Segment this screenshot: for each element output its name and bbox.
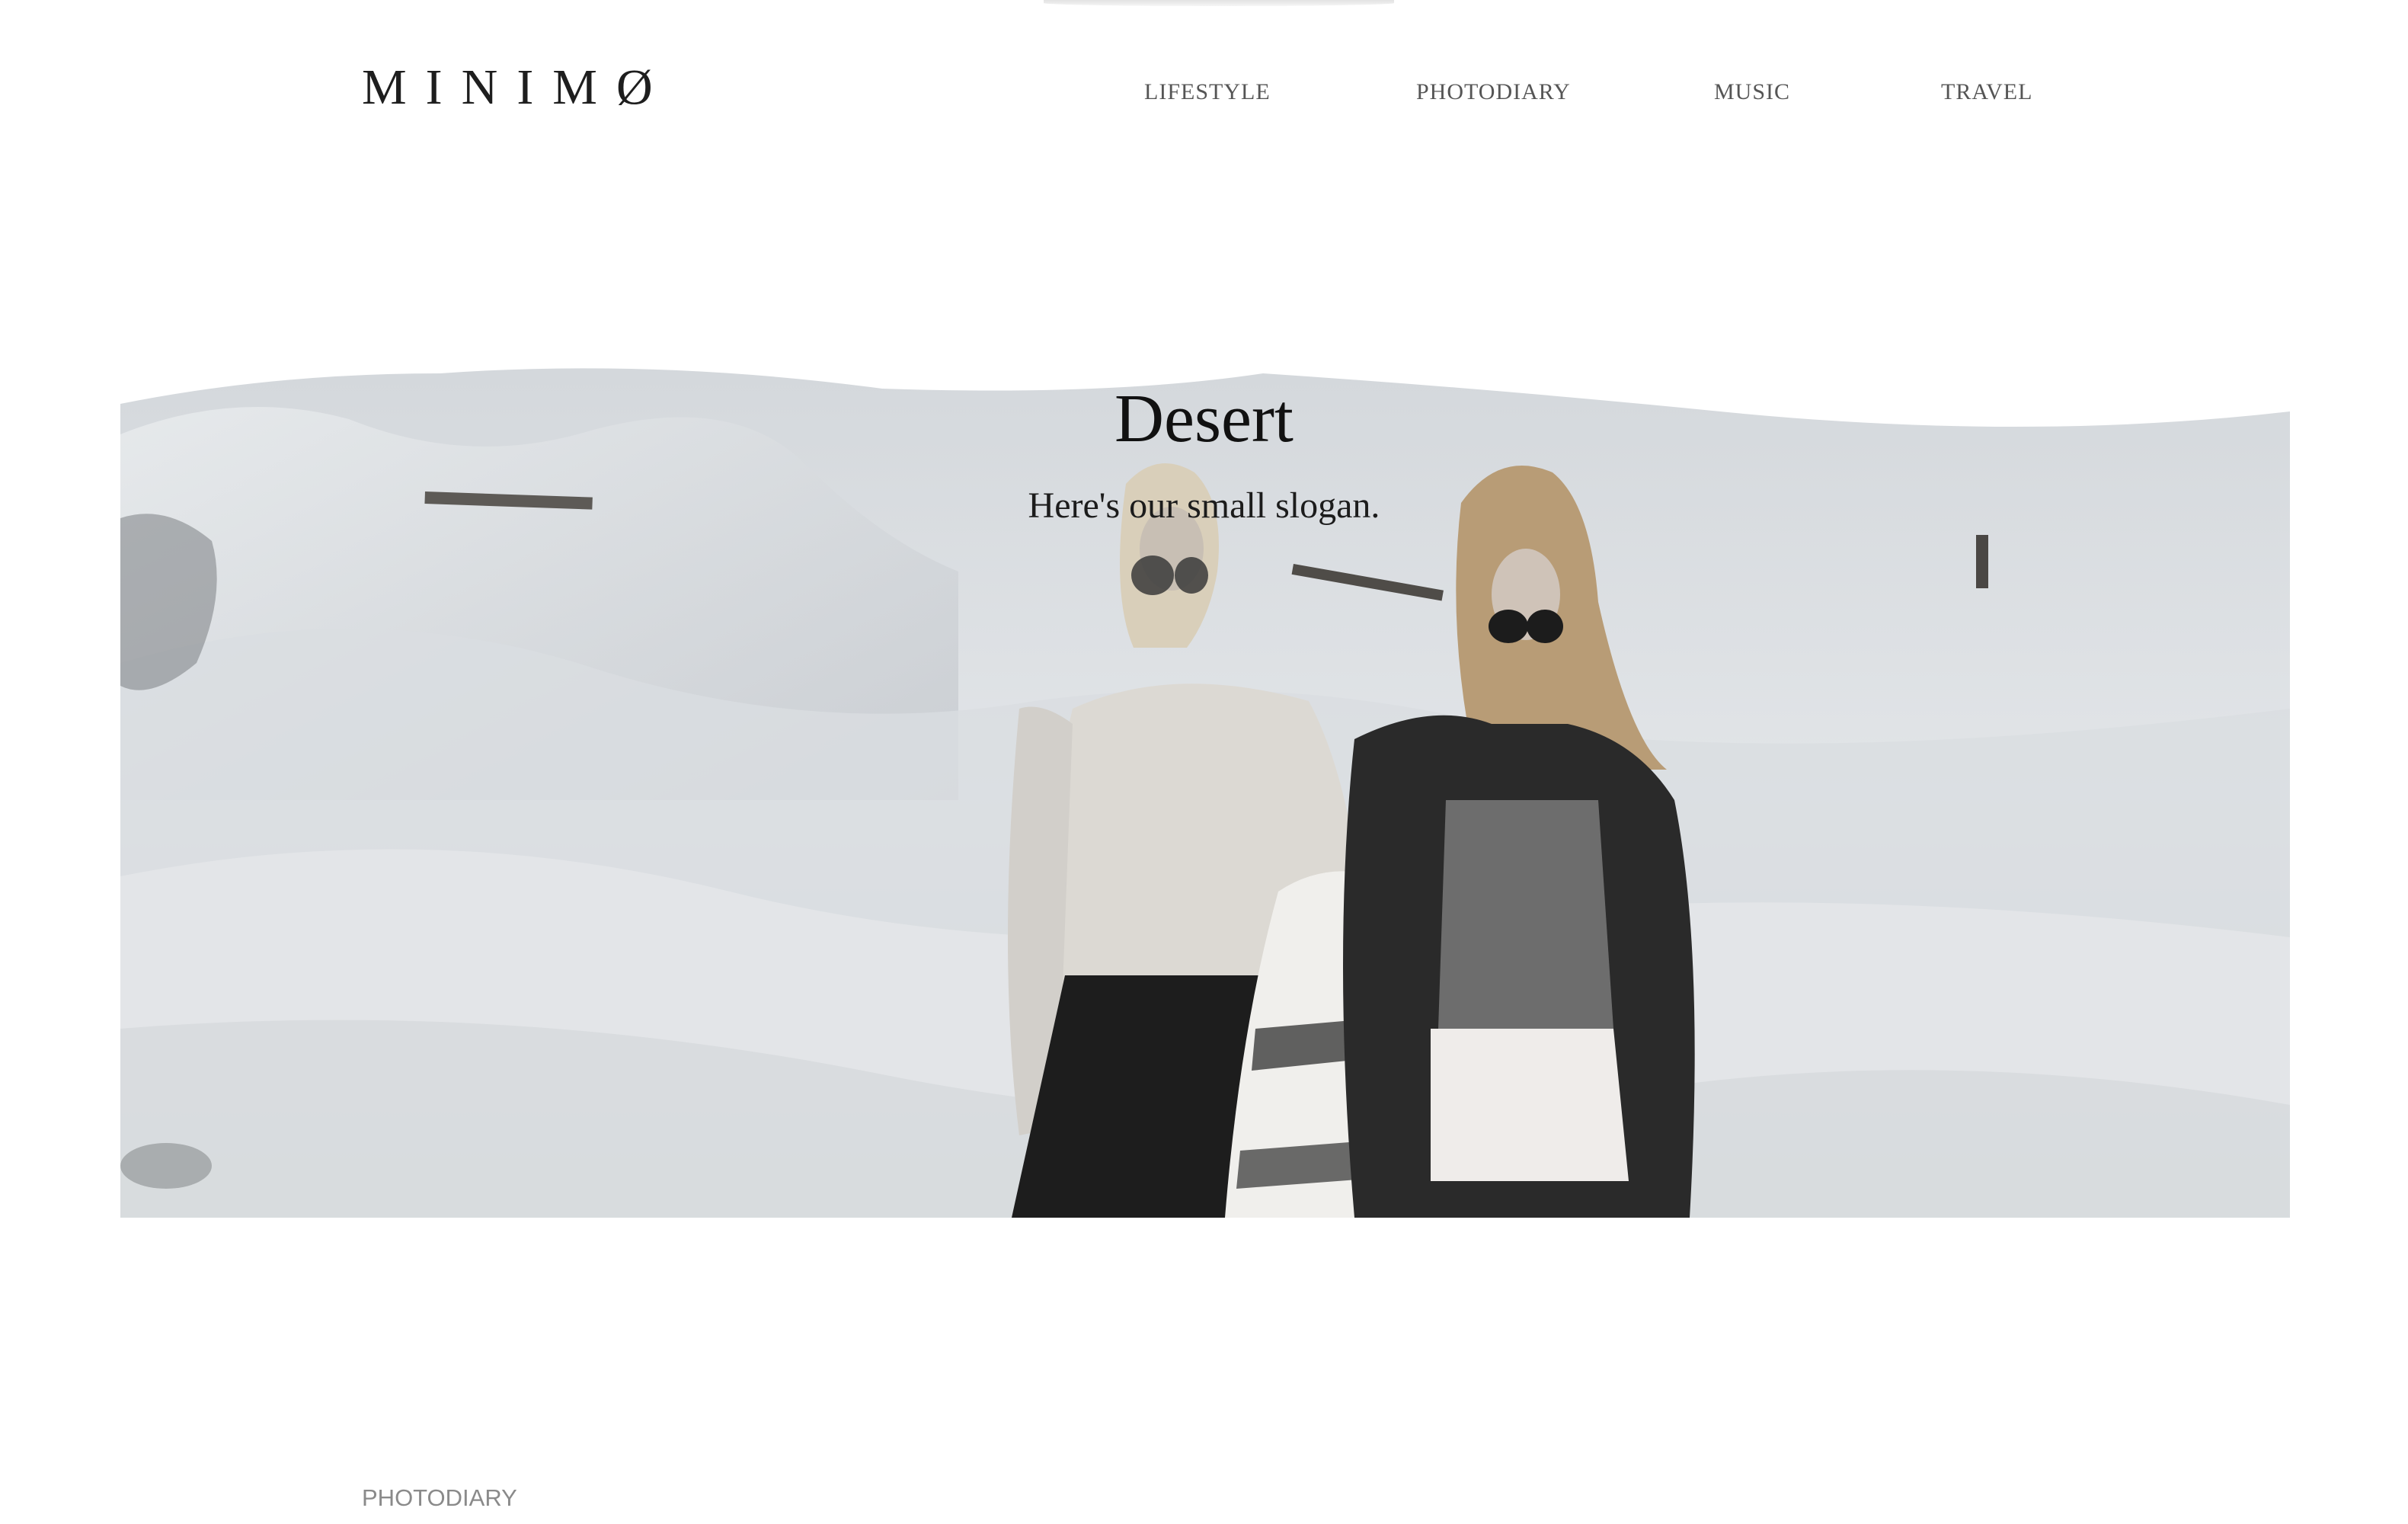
hero-image <box>120 343 2290 1218</box>
site-logo[interactable]: MINIMØ <box>362 62 672 113</box>
hero-slogan: Here's our small slogan. <box>1028 485 1380 526</box>
desert-photo <box>120 343 2290 1218</box>
nav-item-music[interactable]: MUSIC <box>1714 79 1790 105</box>
hero-title: Desert <box>1114 381 1294 456</box>
nav-item-travel[interactable]: TRAVEL <box>1941 79 2032 105</box>
top-tab-shadow <box>1044 0 1394 6</box>
nav-item-lifestyle[interactable]: LIFESTYLE <box>1144 79 1271 105</box>
section-label: PHOTODIARY <box>362 1484 517 1511</box>
nav-item-photodiary[interactable]: PHOTODIARY <box>1416 79 1571 105</box>
main-nav: LIFESTYLE PHOTODIARY MUSIC TRAVEL <box>1066 79 2057 110</box>
